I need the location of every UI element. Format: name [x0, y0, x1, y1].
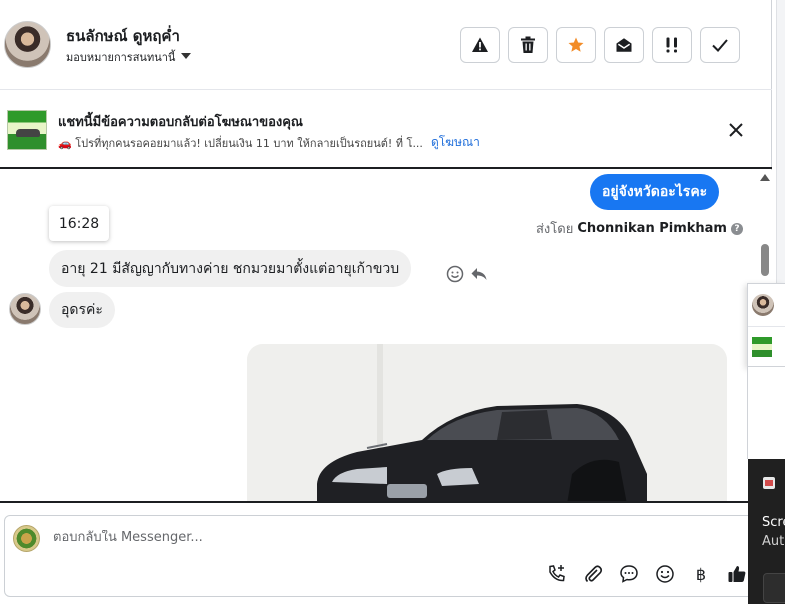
thumbs-up-icon — [728, 566, 746, 582]
reply-icon[interactable] — [470, 265, 488, 283]
emoji-button[interactable] — [654, 563, 676, 585]
assign-conversation-dropdown[interactable]: มอบหมายการสนทนานี้ — [66, 48, 192, 66]
alert-icon — [472, 37, 488, 52]
ad-banner-title: แชทนี้มีข้อความตอบกลับต่อโฆษณาของคุณ — [58, 115, 303, 130]
call-add-icon — [549, 565, 565, 582]
mark-unread-button[interactable] — [604, 27, 644, 63]
caret-down-icon — [181, 53, 192, 59]
star-icon — [568, 37, 584, 52]
outgoing-message[interactable]: อยู่จังหวัดอะไรคะ — [590, 174, 720, 210]
attach-button[interactable] — [582, 563, 604, 585]
emoji-icon — [656, 565, 674, 583]
mark-done-button[interactable] — [700, 27, 740, 63]
conversation-header: ธนลักษณ์ ดูหฤค่ำ มอบหมายการสนทนานี้ — [0, 0, 772, 90]
like-button[interactable] — [726, 563, 748, 585]
contact-avatar-small[interactable] — [9, 293, 41, 325]
ad-reply-banner: แชทนี้มีข้อความตอบกลับต่อโฆษณาของคุณ 🚗 โ… — [0, 91, 772, 169]
toast-action-button[interactable] — [763, 573, 785, 603]
incoming-message[interactable]: อุดรค่ะ — [49, 292, 115, 328]
double-exclamation-icon — [666, 37, 677, 53]
snipping-tool-icon — [763, 477, 775, 489]
chat-bubble-icon — [620, 565, 638, 583]
ad-banner-text: 🚗 โปรที่ทุกคนรอคอยมาแล้ว! เปลี่ยนเงิน 11… — [58, 136, 423, 150]
priority-button[interactable] — [652, 27, 692, 63]
message-time: 16:28 — [49, 206, 109, 241]
paperclip-icon — [585, 565, 603, 583]
toast-title: Scre — [762, 515, 785, 530]
contact-name[interactable]: ธนลักษณ์ ดูหฤค่ำ — [66, 24, 180, 48]
side-panel-blank — [747, 367, 785, 459]
scrollbar-thumb[interactable] — [761, 244, 769, 276]
view-ad-link[interactable]: ดูโฆษณา — [431, 133, 480, 152]
react-emoji-icon[interactable] — [446, 265, 464, 283]
car-photo — [247, 344, 727, 501]
assign-label: มอบหมายการสนทนานี้ — [66, 51, 176, 64]
car-photo-attachment[interactable] — [247, 344, 727, 501]
saved-replies-button[interactable] — [618, 563, 640, 585]
ad-thumbnail[interactable] — [7, 110, 47, 150]
side-conversation-card[interactable] — [747, 283, 785, 367]
message-thread: อยู่จังหวัดอะไรคะ ส่งโดย Chonnikan Pimkh… — [0, 170, 772, 503]
report-spam-button[interactable] — [460, 27, 500, 63]
incoming-message[interactable]: อายุ 21 มีสัญญากับทางค่าย ชกมวยมาตั้งแต่… — [49, 250, 412, 287]
check-icon — [712, 39, 728, 52]
payment-button[interactable]: ฿ — [690, 563, 712, 585]
conversation-panel: ธนลักษณ์ ดูหฤค่ำ มอบหมายการสนทนานี้ แชทน… — [0, 0, 772, 604]
close-icon — [729, 123, 743, 137]
contact-avatar[interactable] — [4, 21, 51, 68]
message-tools — [446, 265, 488, 283]
sent-by-line: ส่งโดย Chonnikan Pimkham ? — [536, 218, 743, 239]
system-toast[interactable]: Scre Aut — [748, 459, 785, 604]
star-button[interactable] — [556, 27, 596, 63]
side-divider — [748, 326, 785, 327]
toast-subtitle: Aut — [762, 534, 785, 549]
ad-banner-subtitle: 🚗 โปรที่ทุกคนรอคอยมาแล้ว! เปลี่ยนเงิน 11… — [58, 133, 480, 152]
composer-tools: ฿ — [546, 563, 748, 585]
help-icon[interactable]: ? — [730, 222, 743, 235]
reply-input[interactable] — [53, 530, 653, 545]
baht-icon: ฿ — [695, 564, 707, 584]
side-ad-thumbnail — [752, 337, 772, 357]
sent-by-prefix: ส่งโดย — [536, 222, 574, 237]
side-avatar — [752, 294, 774, 316]
header-actions — [460, 27, 740, 63]
window-edge — [776, 0, 785, 283]
call-add-button[interactable] — [546, 563, 568, 585]
scroll-up-arrow-icon[interactable] — [760, 174, 770, 181]
sent-by-name: Chonnikan Pimkham — [577, 221, 727, 236]
close-banner-button[interactable] — [727, 121, 745, 139]
page-avatar — [13, 525, 40, 552]
trash-icon — [521, 36, 535, 53]
delete-button[interactable] — [508, 27, 548, 63]
message-composer: ฿ — [4, 515, 766, 597]
envelope-open-icon — [616, 38, 632, 52]
